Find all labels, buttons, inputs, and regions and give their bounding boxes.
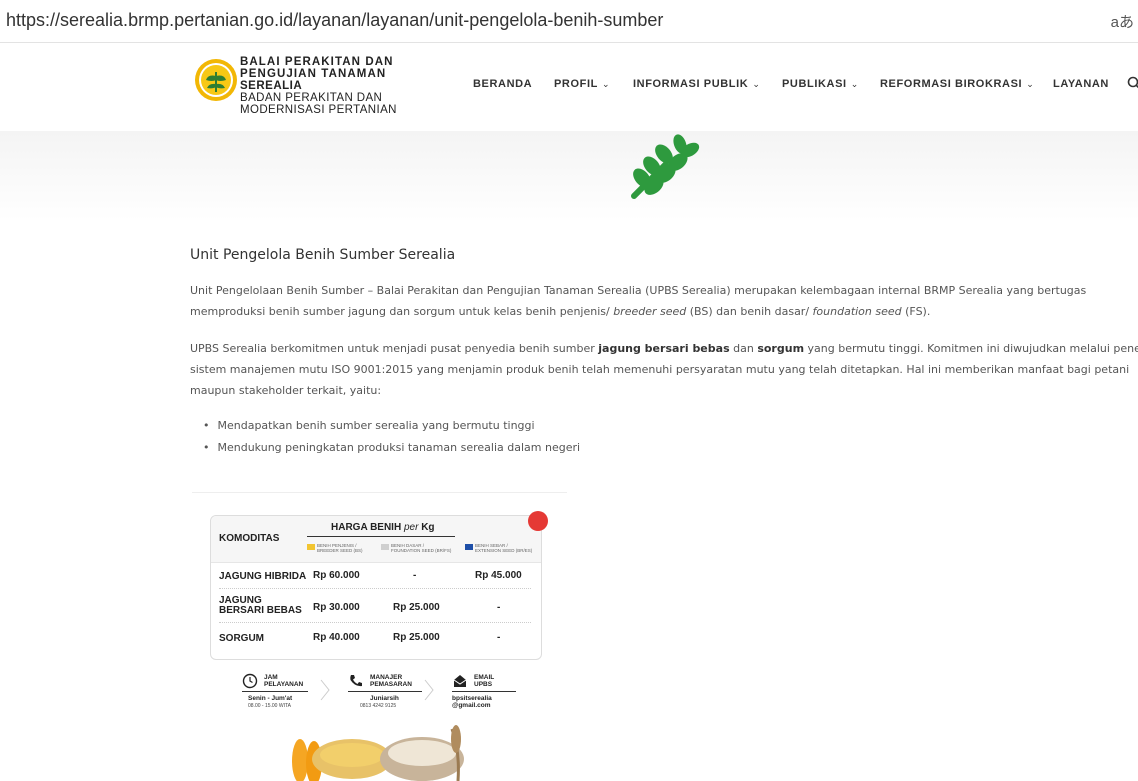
intro-paragraph: Unit Pengelolaan Benih Sumber – Balai Pe… [190, 280, 1086, 322]
page-title: Unit Pengelola Benih Sumber Serealia [190, 247, 455, 263]
address-bar[interactable]: https://serealia.brmp.pertanian.go.id/la… [0, 0, 1138, 43]
seed-illustration [280, 721, 480, 781]
ime-indicator[interactable]: aあ [1111, 11, 1134, 32]
nav-profil[interactable]: PROFIL⌄ [554, 78, 610, 90]
tag-icon [465, 544, 473, 550]
chevron-down-icon: ⌄ [851, 79, 859, 89]
org-name[interactable]: BALAI PERAKITAN DAN PENGUJIAN TANAMAN SE… [240, 56, 397, 116]
org-line-4: BADAN PERAKITAN DAN [240, 92, 397, 104]
ministry-logo-icon[interactable] [194, 58, 238, 102]
email-upbs: EMAILUPBS bpsitserealia @gmail.com [452, 673, 522, 713]
award-badge-icon [528, 511, 548, 531]
org-line-2: PENGUJIAN TANAMAN [240, 68, 397, 80]
chevron-down-icon: ⌄ [752, 79, 760, 89]
tag-icon [307, 544, 315, 550]
service-hours: JAMPELAYANAN Senin - Jum'at 08.00 - 15.0… [242, 673, 312, 713]
price-poster[interactable]: KOMODITAS HARGA BENIH per Kg BENIH PENJE… [192, 492, 567, 781]
nav-beranda[interactable]: BERANDA [473, 78, 532, 90]
table-row: JAGUNGBERSARI BEBAS [219, 596, 302, 616]
marketing-manager: MANAJERPEMASARAN Juniarsih 0813 4242 912… [348, 673, 428, 713]
nav-publikasi[interactable]: PUBLIKASI⌄ [782, 78, 859, 90]
chevron-right-icon [320, 679, 330, 701]
tag-icon [381, 544, 389, 550]
table-row: JAGUNG HIBRIDA [219, 571, 306, 582]
clock-icon [242, 673, 258, 689]
harga-header: HARGA BENIH per Kg [331, 522, 435, 533]
nav-layanan[interactable]: LAYANAN [1053, 78, 1109, 90]
benefit-list: Mendapatkan benih sumber serealia yang b… [203, 415, 580, 459]
org-line-5: MODERNISASI PERTANIAN [240, 104, 397, 116]
price-table: KOMODITAS HARGA BENIH per Kg BENIH PENJE… [210, 515, 542, 660]
nav-informasi-publik[interactable]: INFORMASI PUBLIK⌄ [633, 78, 760, 90]
chevron-down-icon: ⌄ [602, 79, 610, 89]
commitment-paragraph: UPBS Serealia berkomitmen untuk menjadi … [190, 338, 1138, 401]
url-text[interactable]: https://serealia.brmp.pertanian.go.id/la… [6, 10, 663, 31]
email-icon [452, 673, 468, 689]
hero-band [0, 131, 1138, 221]
phone-icon [348, 673, 364, 689]
org-line-1: BALAI PERAKITAN DAN [240, 56, 397, 68]
list-item: Mendapatkan benih sumber serealia yang b… [203, 415, 580, 437]
nav-reformasi-birokrasi[interactable]: REFORMASI BIROKRASI⌄ [880, 78, 1034, 90]
komoditas-header: KOMODITAS [219, 533, 279, 544]
table-row: SORGUM [219, 633, 264, 644]
chevron-down-icon: ⌄ [1026, 79, 1034, 89]
wheat-icon [628, 130, 704, 200]
chevron-right-icon [424, 679, 434, 701]
search-icon[interactable] [1127, 76, 1138, 90]
list-item: Mendukung peningkatan produksi tanaman s… [203, 437, 580, 459]
org-line-3: SEREALIA [240, 80, 397, 92]
